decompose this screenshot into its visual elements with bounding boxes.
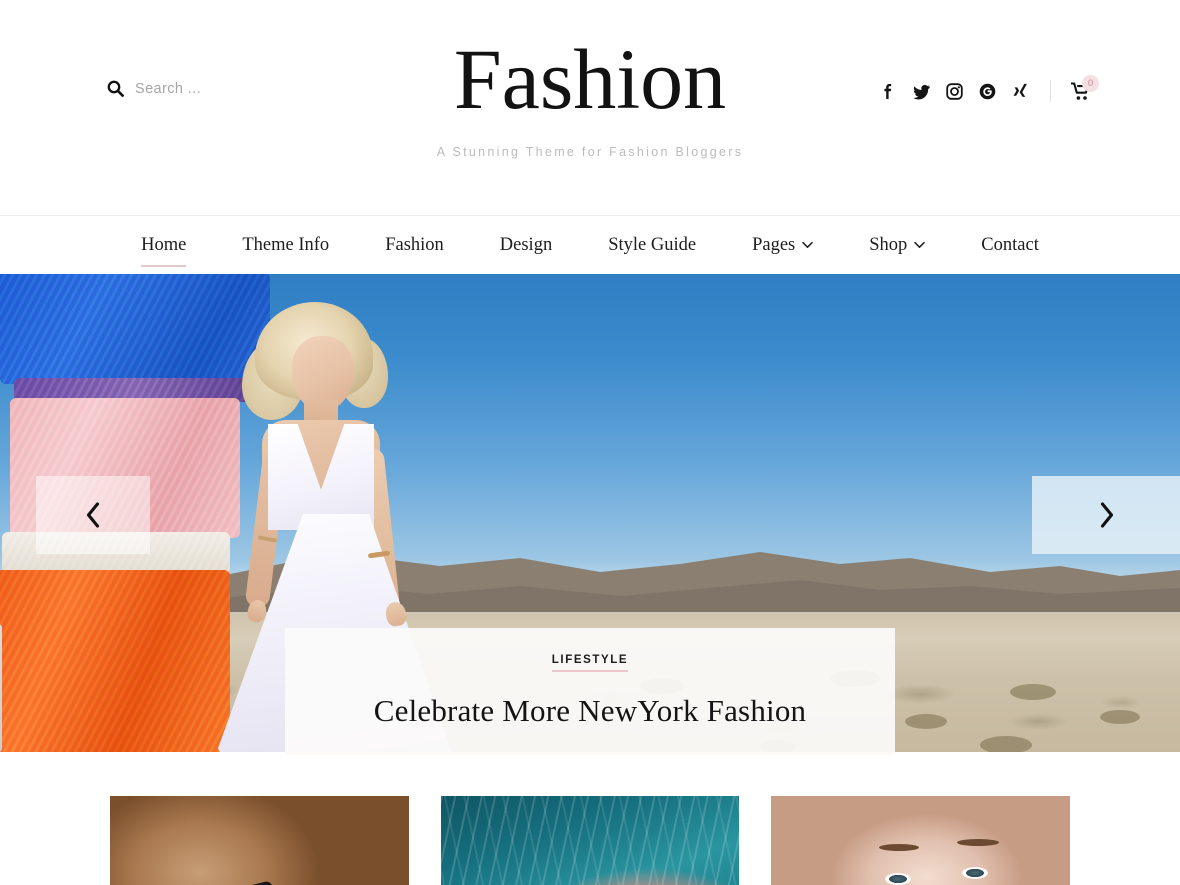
nav-item-fashion[interactable]: Fashion [357, 236, 472, 255]
chevron-down-icon [802, 241, 813, 249]
xing-icon[interactable] [1011, 82, 1030, 101]
nav-item-label: Theme Info [242, 234, 330, 255]
main-navigation: Home Theme Info Fashion Design Style Gui… [0, 216, 1180, 274]
shrub [980, 736, 1032, 752]
rock-edge [0, 624, 2, 752]
category-card-fashion[interactable]: FASHION [440, 796, 740, 885]
category-card-trends[interactable]: TRENDS [771, 796, 1071, 885]
shrub [905, 714, 947, 729]
nav-item-label: Fashion [385, 234, 444, 255]
eyebrow [956, 838, 999, 846]
chevron-right-icon [1098, 502, 1115, 528]
watch-accent [238, 880, 279, 885]
hero-title[interactable]: Celebrate More NewYork Fashion [374, 693, 806, 729]
site-tagline: A Stunning Theme for Fashion Bloggers [436, 145, 744, 159]
nav-item-label: Design [499, 234, 553, 255]
nav-item-label: Home [141, 234, 187, 255]
eyebrow [878, 843, 919, 851]
eye [962, 867, 989, 880]
googleplus-icon[interactable] [978, 82, 997, 101]
category-card-design[interactable]: DESIGN [110, 796, 409, 885]
nav-item-label: Contact [981, 234, 1039, 255]
instagram-icon[interactable] [945, 82, 964, 101]
site-header: Fashion A Stunning Theme for Fashion Blo… [0, 0, 1180, 216]
social-divider [1050, 80, 1051, 102]
chevron-left-icon [85, 502, 102, 528]
shrub [1010, 684, 1056, 700]
eye [884, 872, 911, 885]
nav-item-pages[interactable]: Pages [724, 236, 841, 255]
slider-prev-button[interactable] [36, 476, 150, 554]
nav-item-contact[interactable]: Contact [953, 236, 1067, 255]
nav-item-shop[interactable]: Shop [841, 236, 953, 255]
category-image [110, 796, 409, 885]
water-texture [440, 796, 740, 885]
cart-icon[interactable]: 0 [1071, 74, 1099, 101]
facebook-icon[interactable] [879, 82, 898, 101]
rock-orange [0, 570, 230, 752]
cart-count-badge: 0 [1082, 74, 1099, 92]
nav-item-style-guide[interactable]: Style Guide [580, 236, 724, 255]
header-social-list: 0 [879, 74, 1099, 102]
hero-category-label[interactable]: LIFESTYLE [551, 654, 629, 672]
category-card-row: DESIGN FASHION TRENDS [0, 752, 1180, 885]
category-image [440, 796, 740, 885]
nav-item-label: Shop [869, 234, 908, 255]
nav-item-label: Style Guide [608, 234, 697, 255]
nav-item-theme-info[interactable]: Theme Info [214, 236, 357, 255]
hero-caption-card: LIFESTYLE Celebrate More NewYork Fashion [285, 628, 895, 755]
shrub [1100, 710, 1140, 724]
nav-item-home[interactable]: Home [113, 234, 214, 267]
twitter-icon[interactable] [912, 82, 931, 101]
slider-next-button[interactable] [1032, 476, 1180, 554]
category-image [771, 796, 1071, 885]
site-title[interactable]: Fashion [0, 36, 1180, 122]
chevron-down-icon [914, 241, 926, 249]
nav-item-design[interactable]: Design [472, 236, 580, 255]
nav-item-label: Pages [752, 234, 796, 255]
